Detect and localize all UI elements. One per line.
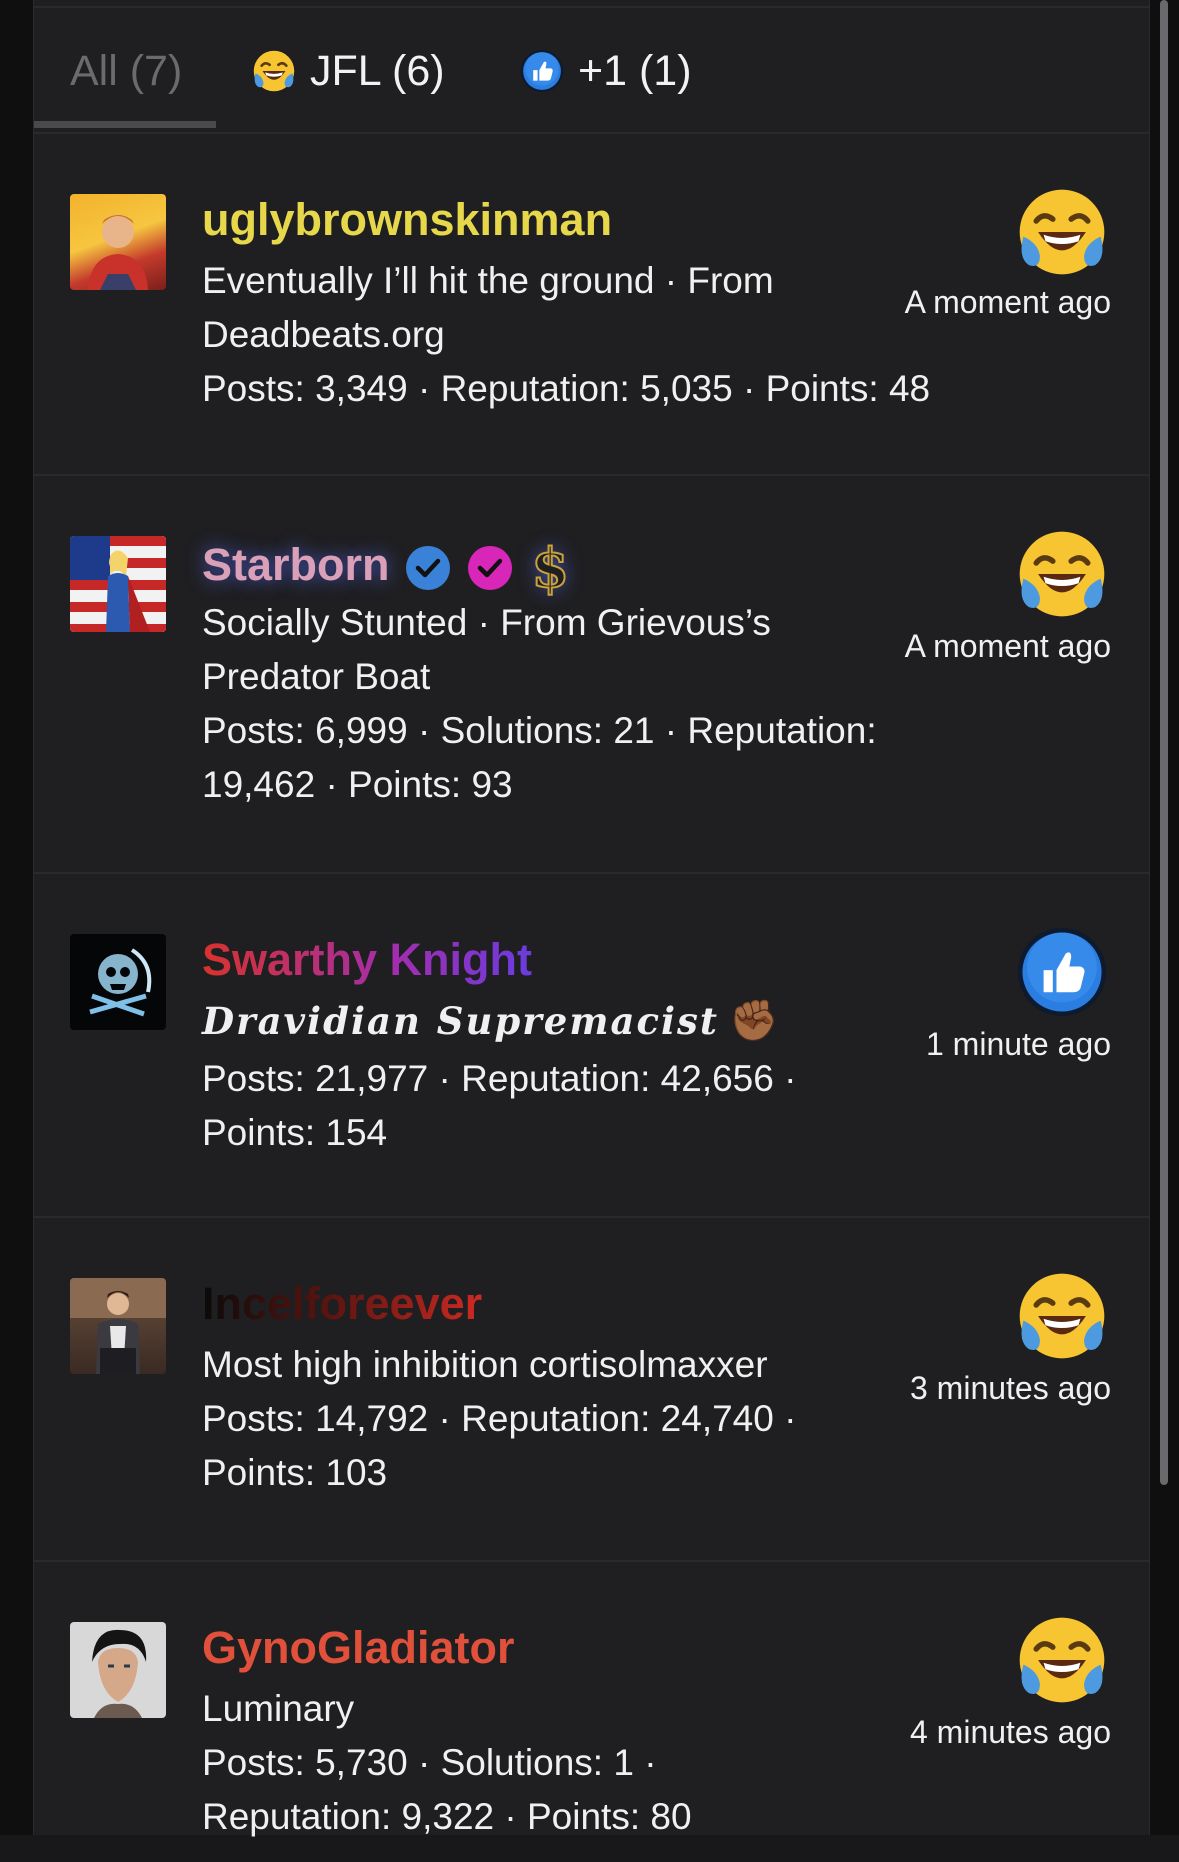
list-item: Incelforeever Most high inhibition corti… bbox=[34, 1218, 1149, 1562]
user-bio-text: Dravidian Supremacist bbox=[202, 999, 719, 1043]
user-bio: Socially Stunted · From Grievous’s Preda… bbox=[202, 602, 771, 697]
thumbs-up-emoji-icon bbox=[1016, 926, 1108, 1018]
user-stats: Posts: 3,349 · Reputation: 5,035 · Point… bbox=[202, 368, 931, 409]
user-stats: Posts: 6,999 · Solutions: 21 · Reputatio… bbox=[202, 710, 877, 805]
list-item: GynoGladiator Luminary Posts: 5,730 · So… bbox=[34, 1562, 1149, 1862]
tab-plus-one-label: +1 (1) bbox=[578, 46, 692, 95]
tab-plus-one[interactable]: +1 (1) bbox=[520, 10, 692, 132]
username[interactable]: uglybrownskinman bbox=[202, 194, 612, 246]
avatar[interactable] bbox=[70, 536, 166, 632]
timestamp: A moment ago bbox=[904, 284, 1111, 320]
username[interactable]: Incelforeever bbox=[202, 1278, 482, 1330]
tab-jfl-label: JFL (6) bbox=[310, 46, 445, 95]
avatar[interactable] bbox=[70, 1622, 166, 1718]
raised-fist-icon: ✊🏾 bbox=[729, 999, 780, 1043]
tab-all[interactable]: All (7) bbox=[70, 10, 182, 132]
list-item: uglybrownskinman Eventually I’ll hit the… bbox=[34, 134, 1149, 476]
user-bio: Most high inhibition cortisolmaxxer bbox=[202, 1344, 768, 1385]
laughing-crying-emoji-icon bbox=[1016, 528, 1108, 620]
pink-verified-icon bbox=[467, 546, 512, 590]
reaction-tabs: All (7) JFL (6) +1 (1) bbox=[34, 10, 1149, 134]
user-bio: Luminary bbox=[202, 1688, 355, 1729]
timestamp: 4 minutes ago bbox=[909, 1714, 1111, 1750]
divider bbox=[34, 6, 1149, 8]
user-stats: Posts: 5,730 · Solutions: 1 · Reputation… bbox=[202, 1742, 692, 1837]
laughing-crying-emoji-icon bbox=[252, 49, 296, 93]
list-item: Starborn $ Socially Stunted · From Grievo… bbox=[34, 476, 1149, 874]
avatar[interactable] bbox=[70, 934, 166, 1030]
avatar[interactable] bbox=[70, 1278, 166, 1374]
user-stats: Posts: 21,977 · Reputation: 42,656 · Poi… bbox=[202, 1058, 797, 1153]
laughing-crying-emoji-icon bbox=[1016, 1270, 1108, 1362]
list-item: Swarthy Knight Dravidian Supremacist ✊🏾 … bbox=[34, 874, 1149, 1218]
username[interactable]: GynoGladiator bbox=[202, 1622, 515, 1674]
username-text: Starborn bbox=[202, 538, 390, 590]
timestamp: 3 minutes ago bbox=[909, 1370, 1111, 1406]
dollar-icon: $ bbox=[531, 535, 571, 601]
timestamp: 1 minute ago bbox=[925, 1026, 1111, 1062]
timestamp: A moment ago bbox=[904, 628, 1111, 664]
thumbs-up-emoji-icon bbox=[520, 49, 564, 93]
tab-jfl[interactable]: JFL (6) bbox=[252, 10, 445, 132]
blue-verified-icon bbox=[405, 546, 450, 590]
reactions-panel: All (7) JFL (6) +1 (1) uglybrownskinman … bbox=[33, 0, 1150, 1837]
avatar[interactable] bbox=[70, 194, 166, 290]
laughing-crying-emoji-icon bbox=[1016, 186, 1108, 278]
username[interactable]: Starborn $ bbox=[202, 535, 571, 601]
user-bio: Dravidian Supremacist ✊🏾 bbox=[202, 994, 842, 1049]
scrollbar[interactable] bbox=[1160, 0, 1168, 1485]
user-stats: Posts: 14,792 · Reputation: 24,740 · Poi… bbox=[202, 1398, 797, 1493]
app-background: All (7) JFL (6) +1 (1) uglybrownskinman … bbox=[0, 0, 1179, 1837]
laughing-crying-emoji-icon bbox=[1016, 1614, 1108, 1706]
user-bio: Eventually I’ll hit the ground · From De… bbox=[202, 260, 774, 355]
tab-all-label: All (7) bbox=[70, 46, 183, 95]
active-tab-indicator bbox=[34, 121, 216, 128]
username[interactable]: Swarthy Knight bbox=[202, 934, 532, 986]
